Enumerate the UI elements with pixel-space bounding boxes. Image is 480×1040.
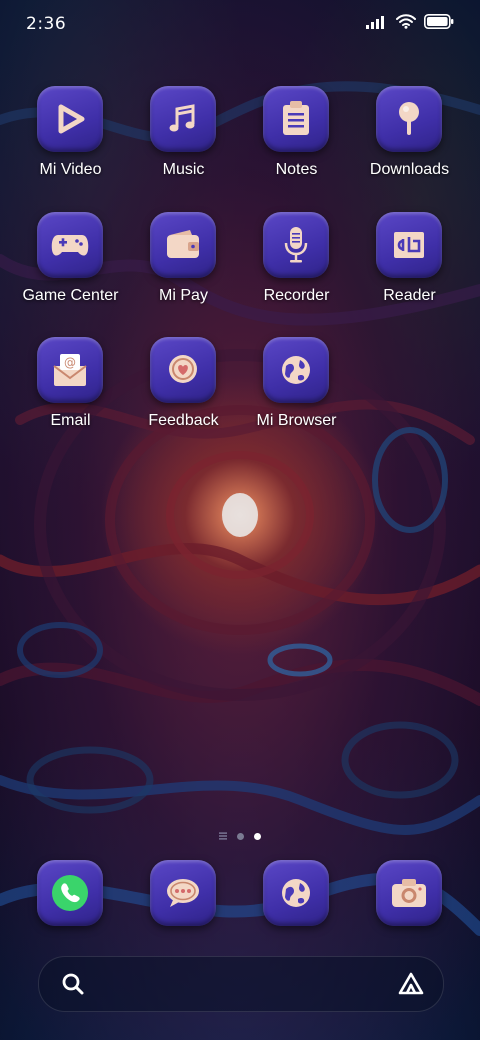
app-label: Notes [275, 161, 318, 178]
app-email[interactable]: @ Email [14, 337, 127, 449]
download-pin-icon[interactable] [376, 86, 442, 152]
app-label: Recorder [263, 287, 330, 304]
battery-icon [424, 14, 454, 29]
email-at-icon[interactable]: @ [37, 337, 103, 403]
page-dot-active[interactable] [254, 832, 261, 840]
microphone-icon[interactable] [263, 212, 329, 278]
app-label: Game Center [22, 287, 119, 304]
wallet-icon[interactable] [150, 212, 216, 278]
app-feedback[interactable]: Feedback [127, 337, 240, 449]
app-label: Mi Pay [159, 287, 208, 304]
gamepad-icon[interactable] [37, 212, 103, 278]
signal-icon [366, 15, 384, 29]
app-label: Email [50, 412, 91, 429]
notes-clipboard-icon[interactable] [263, 86, 329, 152]
messages-icon[interactable] [150, 860, 216, 926]
reader-book-icon[interactable] [376, 212, 442, 278]
wifi-icon [396, 14, 416, 29]
app-label: Mi Browser [256, 412, 337, 429]
app-music[interactable]: Music [127, 86, 240, 198]
app-label: Reader [383, 287, 436, 304]
status-bar: 2:36 [0, 0, 480, 52]
app-game-center[interactable]: Game Center [14, 212, 127, 324]
play-icon[interactable] [37, 86, 103, 152]
app-mi-pay[interactable]: Mi Pay [127, 212, 240, 324]
app-recorder[interactable]: Recorder [240, 212, 353, 324]
app-notes[interactable]: Notes [240, 86, 353, 198]
browser-globe-icon[interactable] [263, 860, 329, 926]
menu-lines-icon [219, 832, 227, 840]
music-note-icon[interactable] [150, 86, 216, 152]
svg-text:@: @ [64, 356, 76, 370]
phone-icon[interactable] [37, 860, 103, 926]
app-mi-video[interactable]: Mi Video [14, 86, 127, 198]
search-bar[interactable] [38, 956, 444, 1012]
page-indicator[interactable] [0, 830, 480, 842]
camera-icon[interactable] [376, 860, 442, 926]
status-icons [366, 14, 454, 29]
app-label: Mi Video [39, 161, 102, 178]
app-label: Downloads [369, 161, 450, 178]
app-label: Music [162, 161, 205, 178]
clock: 2:36 [26, 14, 67, 34]
app-downloads[interactable]: Downloads [353, 86, 466, 198]
app-mi-browser[interactable]: Mi Browser [240, 337, 353, 449]
page-dot-inactive[interactable] [237, 832, 244, 840]
app-label: Feedback [148, 412, 219, 429]
assistant-icon[interactable] [397, 971, 425, 997]
feedback-heart-icon[interactable] [150, 337, 216, 403]
app-reader[interactable]: Reader [353, 212, 466, 324]
globe-icon[interactable] [263, 337, 329, 403]
search-icon[interactable] [61, 972, 85, 996]
